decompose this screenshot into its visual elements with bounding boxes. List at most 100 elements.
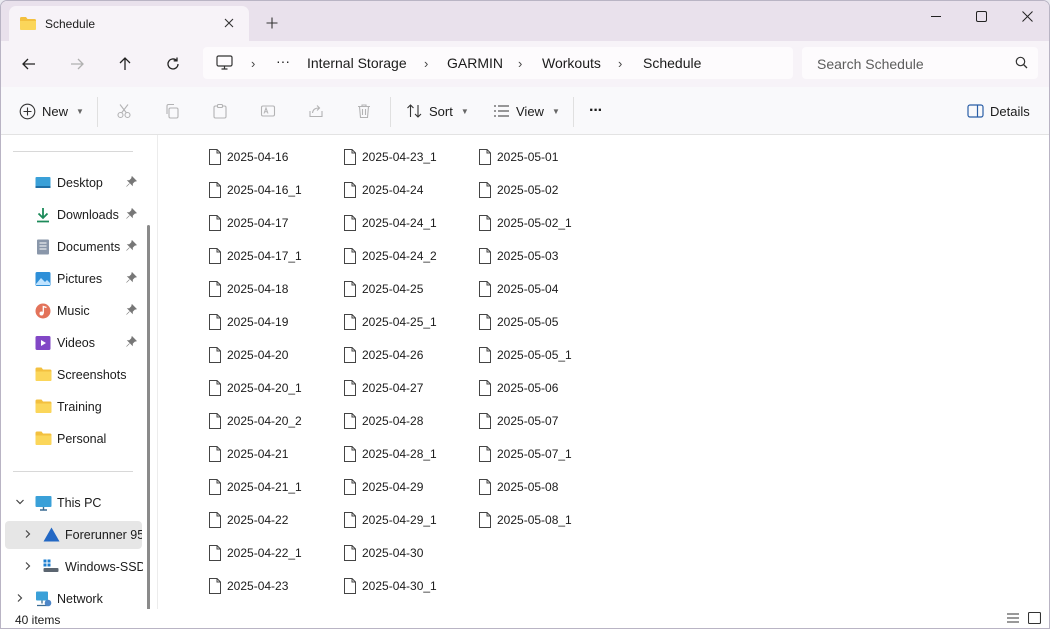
close-window-icon[interactable]	[1004, 1, 1049, 31]
sort-button[interactable]: Sort ▼	[406, 99, 469, 123]
tiles-view-icon[interactable]	[1027, 611, 1042, 627]
divider	[13, 471, 133, 472]
sidebar-item-label: Downloads	[57, 208, 119, 222]
chevron-right-icon[interactable]	[15, 593, 25, 606]
file-item[interactable]: 2025-05-07_1	[479, 443, 572, 465]
file-item[interactable]: 2025-04-21	[209, 443, 288, 465]
file-item[interactable]: 2025-04-19	[209, 311, 288, 333]
file-name: 2025-04-23	[227, 579, 289, 593]
file-item[interactable]: 2025-04-25	[344, 278, 423, 300]
sidebar-item-training[interactable]: Training	[1, 393, 146, 421]
sidebar-item-downloads[interactable]: Downloads	[1, 201, 146, 229]
navigation-pane: Desktop Downloads Documents Pictures Mus…	[1, 135, 158, 615]
file-item[interactable]: 2025-05-01	[479, 146, 558, 168]
file-item[interactable]: 2025-04-25_1	[344, 311, 437, 333]
chevron-down-icon[interactable]	[15, 497, 25, 510]
sidebar-item-personal[interactable]: Personal	[1, 425, 146, 453]
new-button[interactable]: New ▼	[19, 99, 84, 123]
file-item[interactable]: 2025-05-02_1	[479, 212, 572, 234]
file-item[interactable]: 2025-04-30_1	[344, 575, 437, 597]
file-item[interactable]: 2025-04-24_1	[344, 212, 437, 234]
chevron-right-icon[interactable]	[23, 529, 33, 542]
desktop-icon	[35, 175, 51, 191]
file-item[interactable]: 2025-05-08	[479, 476, 558, 498]
search-placeholder: Search Schedule	[817, 56, 924, 72]
up-arrow-icon[interactable]	[110, 49, 140, 79]
file-item[interactable]: 2025-05-06	[479, 377, 558, 399]
file-item[interactable]: 2025-04-29_1	[344, 509, 437, 531]
delete-button[interactable]	[356, 99, 372, 123]
file-item[interactable]: 2025-04-29	[344, 476, 423, 498]
file-item[interactable]: 2025-04-17_1	[209, 245, 302, 267]
file-item[interactable]: 2025-04-27	[344, 377, 423, 399]
file-item[interactable]: 2025-05-03	[479, 245, 558, 267]
new-tab-icon[interactable]	[259, 10, 285, 36]
file-item[interactable]: 2025-05-02	[479, 179, 558, 201]
file-item[interactable]: 2025-04-23	[209, 575, 288, 597]
file-item[interactable]: 2025-04-21_1	[209, 476, 302, 498]
file-item[interactable]: 2025-04-28	[344, 410, 423, 432]
file-item[interactable]: 2025-04-30	[344, 542, 423, 564]
copy-button[interactable]	[164, 99, 180, 123]
file-item[interactable]: 2025-04-17	[209, 212, 288, 234]
details-button[interactable]: Details	[967, 99, 1030, 123]
breadcrumb-schedule[interactable]: Schedule	[643, 55, 701, 71]
file-item[interactable]: 2025-04-22	[209, 509, 288, 531]
sidebar-item-desktop[interactable]: Desktop	[1, 169, 146, 197]
details-view-icon[interactable]	[1006, 612, 1020, 627]
maximize-icon[interactable]	[958, 1, 1004, 31]
file-icon	[209, 380, 221, 396]
copy-icon	[166, 103, 179, 119]
file-item[interactable]: 2025-04-28_1	[344, 443, 437, 465]
sidebar-scrollbar[interactable]	[147, 225, 150, 615]
close-tab-icon[interactable]	[217, 11, 241, 35]
sidebar-item-forerunner[interactable]: Forerunner 955	[5, 521, 142, 549]
file-item[interactable]: 2025-04-23_1	[344, 146, 437, 168]
file-item[interactable]: 2025-05-07	[479, 410, 558, 432]
file-item[interactable]: 2025-05-05_1	[479, 344, 572, 366]
sidebar-item-pictures[interactable]: Pictures	[1, 265, 146, 293]
file-item[interactable]: 2025-05-05	[479, 311, 558, 333]
sidebar-item-music[interactable]: Music	[1, 297, 146, 325]
tab-schedule[interactable]: Schedule	[9, 6, 249, 41]
breadcrumb-overflow[interactable]: ···	[276, 53, 290, 69]
sidebar-item-documents[interactable]: Documents	[1, 233, 146, 261]
address-bar[interactable]: › ··· Internal Storage › GARMIN › Workou…	[203, 47, 793, 79]
file-icon	[209, 512, 221, 528]
minimize-icon[interactable]	[913, 1, 959, 31]
file-item[interactable]: 2025-05-04	[479, 278, 558, 300]
file-item[interactable]: 2025-04-24	[344, 179, 423, 201]
sidebar-item-windows-ssd[interactable]: Windows-SSD	[1, 553, 146, 581]
breadcrumb-workouts[interactable]: Workouts	[542, 55, 601, 71]
file-item[interactable]: 2025-04-22_1	[209, 542, 302, 564]
rename-button[interactable]	[260, 99, 276, 123]
file-item[interactable]: 2025-05-08_1	[479, 509, 572, 531]
search-input[interactable]: Search Schedule	[802, 47, 1038, 79]
sidebar-item-label: Forerunner 955	[65, 528, 142, 542]
sidebar-item-this-pc[interactable]: This PC	[1, 489, 146, 517]
share-button[interactable]	[308, 99, 324, 123]
view-button[interactable]: View ▼	[493, 99, 560, 123]
sidebar-item-screenshots[interactable]: Screenshots	[1, 361, 146, 389]
file-item[interactable]: 2025-04-16_1	[209, 179, 302, 201]
file-item[interactable]: 2025-04-16	[209, 146, 288, 168]
file-item[interactable]: 2025-04-26	[344, 344, 423, 366]
breadcrumb-garmin[interactable]: GARMIN	[447, 55, 503, 71]
file-item[interactable]: 2025-04-24_2	[344, 245, 437, 267]
forward-arrow-icon[interactable]	[62, 49, 92, 79]
file-item[interactable]: 2025-04-20_2	[209, 410, 302, 432]
file-item[interactable]: 2025-04-18	[209, 278, 288, 300]
file-item[interactable]: 2025-04-20	[209, 344, 288, 366]
folder-icon	[35, 367, 52, 383]
breadcrumb-internal-storage[interactable]: Internal Storage	[307, 55, 407, 71]
more-options-button[interactable]: ···	[589, 99, 603, 123]
paste-button[interactable]	[212, 99, 228, 123]
chevron-right-icon[interactable]	[23, 561, 33, 574]
sidebar-item-videos[interactable]: Videos	[1, 329, 146, 357]
refresh-icon[interactable]	[158, 49, 188, 79]
file-item[interactable]: 2025-04-20_1	[209, 377, 302, 399]
cut-button[interactable]	[116, 99, 132, 123]
sidebar-item-label: This PC	[57, 496, 102, 510]
file-name: 2025-04-25	[362, 282, 424, 296]
back-arrow-icon[interactable]	[14, 49, 44, 79]
